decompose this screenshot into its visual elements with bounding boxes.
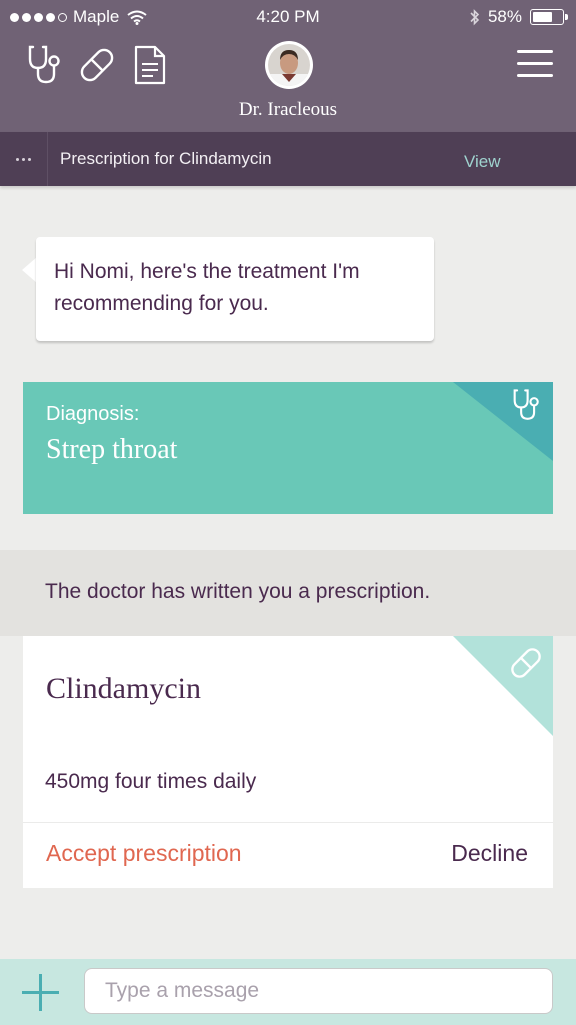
prescription-banner: The doctor has written you a prescriptio… <box>0 550 576 636</box>
doctor-name: Dr. Iracleous <box>238 99 338 120</box>
status-bar: Maple 4:20 PM 58% <box>0 0 576 34</box>
battery-level <box>533 12 552 22</box>
subheader-title: Prescription for Clindamycin <box>60 149 272 168</box>
bluetooth-icon <box>470 8 480 25</box>
battery-percent: 58% <box>487 7 522 26</box>
diagnosis-card[interactable]: Diagnosis: Strep throat <box>23 382 553 514</box>
message-input[interactable] <box>84 968 553 1014</box>
diagnosis-label: Diagnosis: <box>46 403 140 425</box>
pill-icon[interactable] <box>77 44 117 86</box>
accept-prescription-button[interactable]: Accept prescription <box>46 840 242 867</box>
message-bubble-tail <box>22 257 37 283</box>
doctor-message-bubble: Hi Nomi, here's the treatment I'm recomm… <box>36 237 434 341</box>
view-button[interactable]: View <box>464 152 501 172</box>
drug-name: Clindamycin <box>46 672 201 705</box>
stethoscope-icon <box>513 389 539 420</box>
document-icon[interactable] <box>131 44 171 86</box>
conversation-subheader: Prescription for Clindamycin View <box>0 132 576 186</box>
status-right: 58% <box>470 7 568 27</box>
decline-button[interactable]: Decline <box>451 840 528 867</box>
prescription-card: Clindamycin 450mg four times daily Accep… <box>23 636 553 888</box>
app-header: Maple 4:20 PM 58% Dr. Iracleous <box>0 0 576 132</box>
message-text: Hi Nomi, here's the treatment I'm recomm… <box>54 260 360 315</box>
doctor-photo <box>268 44 310 86</box>
hamburger-menu-icon[interactable] <box>517 50 553 78</box>
doctor-avatar[interactable] <box>265 41 313 89</box>
diagnosis-value: Strep throat <box>46 434 178 465</box>
drug-dosage: 450mg four times daily <box>45 770 257 793</box>
message-composer <box>0 959 576 1025</box>
battery-icon <box>530 9 568 25</box>
ellipsis-icon[interactable] <box>0 132 48 186</box>
pill-icon <box>511 648 541 678</box>
stethoscope-icon[interactable] <box>24 44 64 86</box>
divider <box>23 822 553 823</box>
plus-icon[interactable] <box>22 974 59 1011</box>
